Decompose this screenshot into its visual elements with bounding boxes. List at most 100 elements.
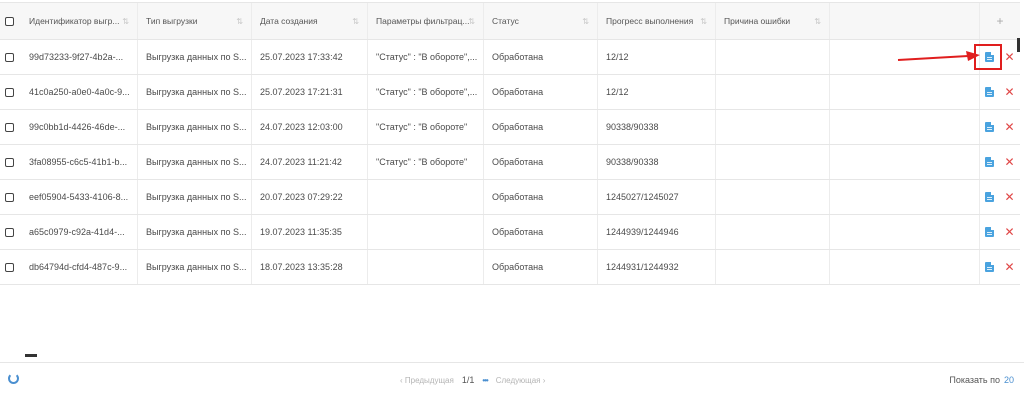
row-actions: ✕ bbox=[980, 145, 1020, 179]
cell-params bbox=[368, 215, 484, 249]
sort-icon[interactable]: ⇅ bbox=[700, 17, 707, 26]
close-icon[interactable]: ✕ bbox=[1004, 86, 1014, 98]
close-icon[interactable]: ✕ bbox=[1004, 51, 1014, 63]
row-select-cell bbox=[0, 75, 21, 109]
cell-error bbox=[716, 145, 830, 179]
cell-id: 99d73233-9f27-4b2a-... bbox=[21, 40, 138, 74]
cell-status: Обработана bbox=[484, 110, 598, 144]
header-progress[interactable]: Прогресс выполнения ⇅ bbox=[598, 3, 716, 39]
row-checkbox[interactable] bbox=[5, 87, 14, 97]
cell-progress: 12/12 bbox=[598, 75, 716, 109]
close-icon[interactable]: ✕ bbox=[1004, 121, 1014, 133]
row-spacer bbox=[830, 75, 980, 109]
cell-progress: 90338/90338 bbox=[598, 110, 716, 144]
document-icon[interactable] bbox=[985, 262, 995, 272]
exports-table: Идентификатор выгр... ⇅ Тип выгрузки ⇅ Дат… bbox=[0, 0, 1024, 360]
row-actions: ✕ bbox=[980, 180, 1020, 214]
table-footer: ‹ Предыдущая 1/1 ••• Следующая › Показат… bbox=[0, 362, 1024, 396]
cell-type: Выгрузка данных по S... bbox=[138, 180, 252, 214]
row-select-cell bbox=[0, 145, 21, 179]
cell-id: 41c0a250-a0e0-4a0c-9... bbox=[21, 75, 138, 109]
table-row[interactable]: db64794d-cfd4-487c-9... Выгрузка данных п… bbox=[0, 250, 1020, 285]
sort-icon[interactable]: ⇅ bbox=[468, 17, 475, 26]
close-icon[interactable]: ✕ bbox=[1004, 226, 1014, 238]
header-params-label: Параметры фильтрац... bbox=[376, 16, 470, 26]
table-row[interactable]: 41c0a250-a0e0-4a0c-9... Выгрузка данных п… bbox=[0, 75, 1020, 110]
cell-date: 25.07.2023 17:33:42 bbox=[252, 40, 368, 74]
cell-error bbox=[716, 250, 830, 284]
document-icon[interactable] bbox=[985, 157, 995, 167]
cell-date: 19.07.2023 11:35:35 bbox=[252, 215, 368, 249]
annotation-arrow bbox=[897, 51, 980, 61]
close-icon[interactable]: ✕ bbox=[1004, 191, 1014, 203]
cell-progress: 1244939/1244946 bbox=[598, 215, 716, 249]
cell-type: Выгрузка данных по S... bbox=[138, 215, 252, 249]
cell-params: "Статус" : "В обороте" bbox=[368, 145, 484, 179]
document-icon[interactable] bbox=[985, 192, 995, 202]
sort-icon[interactable]: ⇅ bbox=[582, 17, 589, 26]
refresh-icon[interactable] bbox=[8, 373, 19, 384]
cell-error bbox=[716, 215, 830, 249]
select-all-checkbox[interactable] bbox=[5, 16, 14, 26]
row-select-cell bbox=[0, 180, 21, 214]
cell-id: db64794d-cfd4-487c-9... bbox=[21, 250, 138, 284]
close-icon[interactable]: ✕ bbox=[1004, 261, 1014, 273]
row-checkbox[interactable] bbox=[5, 262, 14, 272]
header-params[interactable]: Параметры фильтрац... ⇅ bbox=[368, 3, 484, 39]
cell-params bbox=[368, 250, 484, 284]
header-date-label: Дата создания bbox=[260, 16, 318, 26]
document-icon[interactable] bbox=[985, 87, 995, 97]
document-icon[interactable] bbox=[985, 227, 995, 237]
header-date[interactable]: Дата создания ⇅ bbox=[252, 3, 368, 39]
cell-status: Обработана bbox=[484, 40, 598, 74]
next-page-link[interactable]: Следующая › bbox=[496, 376, 546, 385]
sort-icon[interactable]: ⇅ bbox=[236, 17, 243, 26]
header-status-label: Статус bbox=[492, 16, 519, 26]
sort-icon[interactable]: ⇅ bbox=[814, 17, 821, 26]
table-row[interactable]: 99c0bb1d-4426-46de-... Выгрузка данных по… bbox=[0, 110, 1020, 145]
table-row[interactable]: a65c0979-c92a-41d4-... Выгрузка данных по… bbox=[0, 215, 1020, 250]
close-icon[interactable]: ✕ bbox=[1004, 156, 1014, 168]
document-icon[interactable] bbox=[985, 122, 995, 132]
cell-progress: 1245027/1245027 bbox=[598, 180, 716, 214]
row-actions: ✕ bbox=[980, 75, 1020, 109]
sort-icon[interactable]: ⇅ bbox=[122, 17, 129, 26]
cell-error bbox=[716, 180, 830, 214]
row-checkbox[interactable] bbox=[5, 157, 14, 167]
row-select-cell bbox=[0, 40, 21, 74]
cell-type: Выгрузка данных по S... bbox=[138, 250, 252, 284]
cell-id: a65c0979-c92a-41d4-... bbox=[21, 215, 138, 249]
header-type[interactable]: Тип выгрузки ⇅ bbox=[138, 3, 252, 39]
row-actions: ✕ bbox=[980, 110, 1020, 144]
row-checkbox[interactable] bbox=[5, 122, 14, 132]
sort-icon[interactable]: ⇅ bbox=[352, 17, 359, 26]
table-row[interactable]: 3fa08955-c6c5-41b1-b... Выгрузка данных п… bbox=[0, 145, 1020, 180]
table-row[interactable]: eef05904-5433-4106-8... Выгрузка данных п… bbox=[0, 180, 1020, 215]
cell-id: eef05904-5433-4106-8... bbox=[21, 180, 138, 214]
page-size-selector[interactable]: Показать по 20 bbox=[949, 363, 1014, 396]
header-id[interactable]: Идентификатор выгр... ⇅ bbox=[21, 3, 138, 39]
row-checkbox[interactable] bbox=[5, 192, 14, 202]
row-spacer bbox=[830, 215, 980, 249]
header-status[interactable]: Статус ⇅ bbox=[484, 3, 598, 39]
horizontal-scrollbar[interactable] bbox=[25, 354, 37, 357]
header-spacer bbox=[830, 3, 980, 39]
more-pages-icon[interactable]: ••• bbox=[482, 376, 488, 385]
cell-type: Выгрузка данных по S... bbox=[138, 110, 252, 144]
cell-type: Выгрузка данных по S... bbox=[138, 145, 252, 179]
header-error[interactable]: Причина ошибки ⇅ bbox=[716, 3, 830, 39]
cell-date: 24.07.2023 12:03:00 bbox=[252, 110, 368, 144]
prev-page-link[interactable]: ‹ Предыдущая bbox=[400, 376, 454, 385]
add-column-icon[interactable]: + bbox=[996, 14, 1003, 28]
vertical-scrollbar[interactable] bbox=[1017, 38, 1020, 52]
table-row[interactable]: 99d73233-9f27-4b2a-... Выгрузка данных по… bbox=[0, 40, 1020, 75]
cell-status: Обработана bbox=[484, 145, 598, 179]
cell-type: Выгрузка данных по S... bbox=[138, 40, 252, 74]
cell-params: "Статус" : "В обороте",... bbox=[368, 40, 484, 74]
header-type-label: Тип выгрузки bbox=[146, 16, 198, 26]
cell-status: Обработана bbox=[484, 75, 598, 109]
row-checkbox[interactable] bbox=[5, 52, 14, 62]
row-spacer bbox=[830, 180, 980, 214]
page-size-value[interactable]: 20 bbox=[1004, 375, 1014, 385]
row-checkbox[interactable] bbox=[5, 227, 14, 237]
